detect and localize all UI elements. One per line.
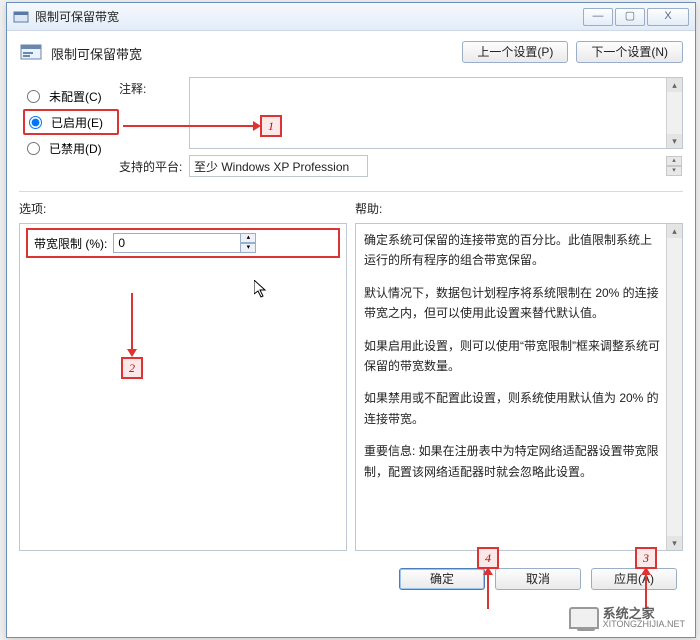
- scroll-up-icon[interactable]: ▴: [667, 78, 682, 92]
- comment-label: 注释:: [119, 77, 189, 149]
- comment-scrollbar[interactable]: ▴ ▾: [666, 78, 682, 148]
- mouse-cursor-icon: [254, 280, 268, 298]
- help-title: 帮助:: [355, 200, 683, 217]
- bandwidth-limit-input[interactable]: [113, 233, 241, 253]
- radio-enabled[interactable]: 已启用(E): [23, 109, 119, 135]
- radio-not-configured-input[interactable]: [27, 90, 40, 103]
- watermark-logo-icon: [569, 607, 599, 629]
- bandwidth-spin-buttons: ▴ ▾: [240, 233, 256, 253]
- radio-disabled-label: 已禁用(D): [49, 140, 102, 157]
- radio-enabled-input[interactable]: [29, 116, 42, 129]
- body-columns: 选项: 带宽限制 (%): ▴ ▾ 帮助: 确定系统可保留的连接带宽的百分比。此…: [7, 198, 695, 558]
- watermark: 系统之家 XITONGZHIJIA.NET: [569, 607, 685, 629]
- prev-setting-button[interactable]: 上一个设置(P): [462, 41, 568, 63]
- help-column: 帮助: 确定系统可保留的连接带宽的百分比。此值限制系统上运行的所有程序的组合带宽…: [355, 200, 683, 558]
- config-right: 注释: ▴ ▾ 支持的平台: ▴ ▾: [119, 77, 683, 181]
- annotation-arrow: [645, 575, 647, 609]
- options-title: 选项:: [19, 200, 347, 217]
- radio-enabled-label: 已启用(E): [51, 114, 103, 131]
- next-setting-button[interactable]: 下一个设置(N): [576, 41, 683, 63]
- maximize-button[interactable]: ▢: [615, 8, 645, 26]
- help-scrollbar[interactable]: ▴ ▾: [666, 224, 682, 550]
- spin-down-button[interactable]: ▾: [240, 243, 256, 253]
- close-button[interactable]: X: [647, 8, 689, 26]
- scroll-up-icon[interactable]: ▴: [667, 224, 682, 238]
- policy-icon: [19, 41, 43, 65]
- annotation-2: 2: [121, 357, 143, 379]
- annotation-arrow: [131, 293, 133, 349]
- cancel-button[interactable]: 取消: [495, 568, 581, 590]
- separator: [19, 191, 683, 192]
- radio-disabled[interactable]: 已禁用(D): [23, 135, 119, 161]
- help-text: 默认情况下，数据包计划程序将系统限制在 20% 的连接带宽之内，但可以使用此设置…: [364, 283, 660, 324]
- scroll-down-icon[interactable]: ▾: [667, 134, 682, 148]
- header: 限制可保留带宽 上一个设置(P) 下一个设置(N): [7, 31, 695, 71]
- minimize-button[interactable]: —: [583, 8, 613, 26]
- state-radios: 未配置(C) 已启用(E) 已禁用(D): [23, 77, 119, 181]
- titlebar: 限制可保留带宽 — ▢ X: [7, 3, 695, 31]
- comment-textarea[interactable]: ▴ ▾: [189, 77, 683, 149]
- apply-button[interactable]: 应用(A): [591, 568, 677, 590]
- bandwidth-limit-label: 带宽限制 (%):: [34, 235, 107, 252]
- config-area: 未配置(C) 已启用(E) 已禁用(D) 注释: ▴ ▾: [7, 71, 695, 181]
- annotation-arrowhead-icon: [127, 349, 137, 357]
- annotation-1: 1: [260, 115, 282, 137]
- help-text: 如果禁用或不配置此设置，则系统使用默认值为 20% 的连接带宽。: [364, 388, 660, 429]
- window-buttons: — ▢ X: [581, 8, 689, 26]
- options-panel: 带宽限制 (%): ▴ ▾: [19, 223, 347, 551]
- platforms-label: 支持的平台:: [119, 155, 189, 177]
- window-icon: [13, 9, 29, 25]
- annotation-arrow: [123, 125, 253, 127]
- bandwidth-limit-row: 带宽限制 (%): ▴ ▾: [26, 228, 340, 258]
- policy-editor-window: 限制可保留带宽 — ▢ X 限制可保留带宽 上一个设置(P) 下一个设置(N) …: [6, 2, 696, 638]
- radio-disabled-input[interactable]: [27, 142, 40, 155]
- platforms-field: [189, 155, 368, 177]
- platforms-up-icon[interactable]: ▴: [666, 156, 682, 166]
- window-title: 限制可保留带宽: [35, 8, 581, 25]
- ok-button[interactable]: 确定: [399, 568, 485, 590]
- radio-not-configured[interactable]: 未配置(C): [23, 83, 119, 109]
- options-column: 选项: 带宽限制 (%): ▴ ▾: [19, 200, 347, 558]
- annotation-3: 3: [635, 547, 657, 569]
- spin-up-button[interactable]: ▴: [240, 233, 256, 243]
- platforms-down-icon[interactable]: ▾: [666, 166, 682, 176]
- radio-not-configured-label: 未配置(C): [49, 88, 102, 105]
- help-text: 确定系统可保留的连接带宽的百分比。此值限制系统上运行的所有程序的组合带宽保留。: [364, 230, 660, 271]
- annotation-arrow: [487, 575, 489, 609]
- annotation-4: 4: [477, 547, 499, 569]
- page-title: 限制可保留带宽: [51, 44, 462, 63]
- help-text: 重要信息: 如果在注册表中为特定网络适配器设置带宽限制，配置该网络适配器时就会忽…: [364, 441, 660, 482]
- help-panel: 确定系统可保留的连接带宽的百分比。此值限制系统上运行的所有程序的组合带宽保留。 …: [355, 223, 683, 551]
- scroll-down-icon[interactable]: ▾: [667, 536, 682, 550]
- footer: 确定 取消 应用(A): [7, 558, 695, 590]
- help-text: 如果启用此设置，则可以使用“带宽限制”框来调整系统可保留的带宽数量。: [364, 336, 660, 377]
- watermark-subtext: XITONGZHIJIA.NET: [603, 620, 685, 629]
